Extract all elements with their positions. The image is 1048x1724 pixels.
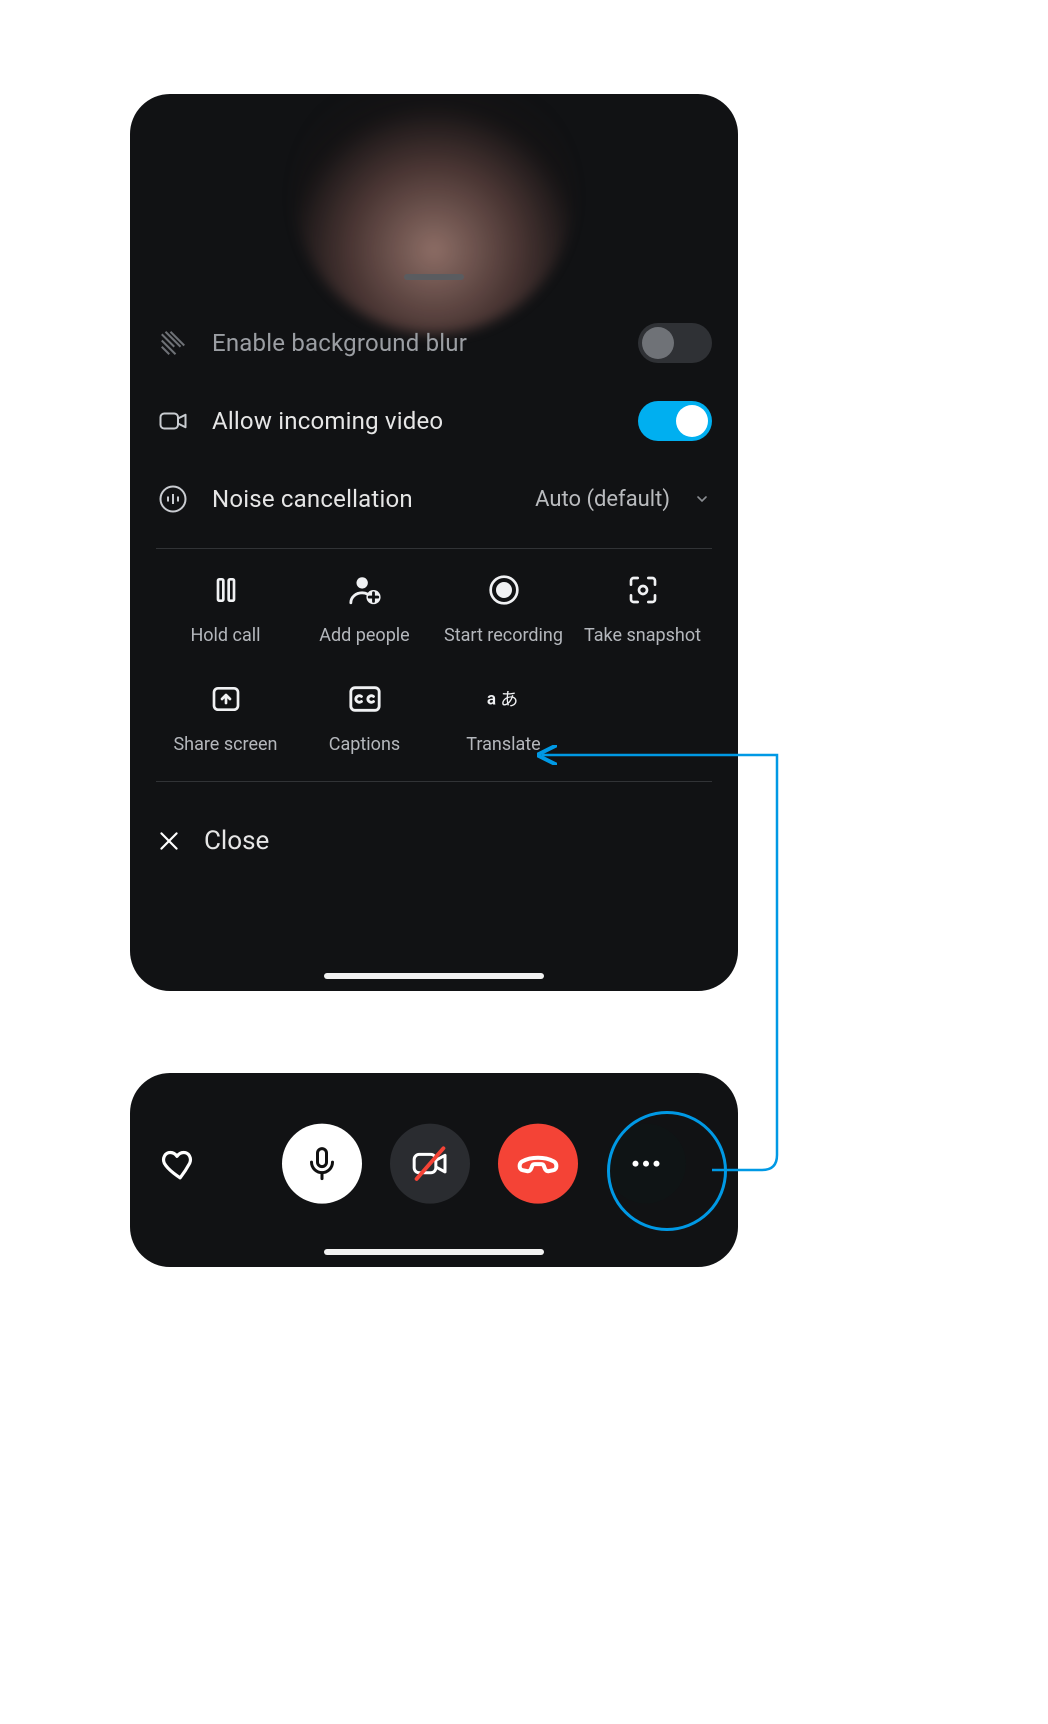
close-label: Close [204,826,269,856]
svg-text:あ: あ [500,690,518,710]
call-settings-sheet: Enable background blur Allow incoming vi… [130,94,738,991]
captions-button[interactable]: Captions [295,680,434,755]
share-screen-label: Share screen [173,734,277,755]
incoming-video-toggle[interactable] [638,401,712,441]
svg-text:a: a [486,690,495,710]
home-indicator-2 [324,1249,544,1255]
end-call-button[interactable] [498,1124,578,1204]
translate-label: Translate [466,734,540,755]
row-incoming-video[interactable]: Allow incoming video [156,382,712,460]
camera-toggle-button[interactable] [390,1124,470,1204]
row-noise-cancellation[interactable]: Noise cancellation Auto (default) [156,460,712,538]
video-icon [156,404,190,438]
share-screen-icon [207,680,245,718]
captions-icon [346,680,384,718]
start-recording-label: Start recording [444,625,563,646]
translate-icon: aあ [485,680,523,718]
noise-cancel-label: Noise cancellation [212,485,413,513]
sheet-grabber[interactable] [404,274,464,280]
hold-call-label: Hold call [190,625,260,646]
incoming-video-label: Allow incoming video [212,407,443,435]
home-indicator [324,973,544,979]
close-icon [156,828,182,854]
take-snapshot-label: Take snapshot [584,625,701,646]
close-button[interactable]: Close [156,800,712,882]
translate-button[interactable]: aあ Translate [434,680,573,755]
background-blur-toggle[interactable] [638,323,712,363]
row-background-blur[interactable]: Enable background blur [156,304,712,382]
noise-cancel-value: Auto (default) [535,487,670,512]
captions-label: Captions [329,734,400,755]
more-options-button[interactable] [606,1124,686,1204]
add-people-button[interactable]: Add people [295,571,434,646]
chevron-down-icon [692,482,712,516]
call-control-bar [130,1073,738,1267]
mute-button[interactable] [282,1124,362,1204]
start-recording-button[interactable]: Start recording [434,571,573,646]
hold-call-button[interactable]: Hold call [156,571,295,646]
avatar-blur [294,94,574,334]
add-people-label: Add people [319,625,409,646]
react-button[interactable] [150,1137,204,1191]
noise-cancel-icon [156,482,190,516]
take-snapshot-button[interactable]: Take snapshot [573,571,712,646]
person-add-icon [346,571,384,609]
pause-icon [207,571,245,609]
snapshot-icon [624,571,662,609]
action-grid: Hold call Add people Start recording Tak… [156,571,712,755]
divider-2 [156,781,712,782]
blur-icon [156,326,190,360]
record-icon [485,571,523,609]
background-blur-label: Enable background blur [212,329,467,357]
divider [156,548,712,549]
share-screen-button[interactable]: Share screen [156,680,295,755]
